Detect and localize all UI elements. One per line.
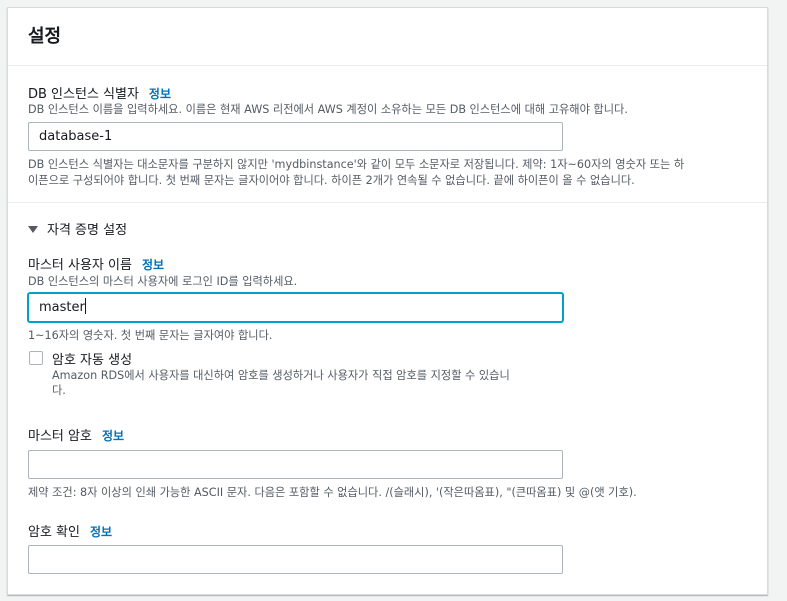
panel-title: 설정 bbox=[28, 26, 62, 47]
master-password-label-row: 마스터 암호 정보 bbox=[28, 425, 124, 444]
master-username-input[interactable]: master bbox=[28, 293, 563, 322]
master-username-label-row: 마스터 사용자 이름 정보 bbox=[28, 254, 164, 273]
db-identifier-label: DB 인스턴스 식별자 bbox=[28, 87, 139, 102]
db-identifier-input[interactable]: database-1 bbox=[28, 122, 563, 151]
auto-password-description-2: 다. bbox=[52, 384, 66, 397]
credentials-section-title: 자격 증명 설정 bbox=[47, 223, 128, 238]
master-password-constraint: 제약 조건: 8자 이상의 인쇄 가능한 ASCII 문자. 다음은 포함할 수… bbox=[28, 486, 637, 499]
auto-password-description-1: Amazon RDS에서 사용자를 대신하여 암호를 생성하거나 사용자가 직접… bbox=[52, 369, 510, 382]
master-username-constraint: 1~16자의 영숫자. 첫 번째 문자는 글자여야 합니다. bbox=[28, 329, 273, 342]
auto-password-label[interactable]: 암호 자동 생성 bbox=[52, 349, 132, 368]
db-identifier-constraint-1: DB 인스턴스 식별자는 대소문자를 구분하지 않지만 'mydbinstanc… bbox=[28, 158, 685, 171]
confirm-password-info-link[interactable]: 정보 bbox=[90, 525, 112, 539]
text-cursor bbox=[84, 298, 86, 314]
db-identifier-label-row: DB 인스턴스 식별자 정보 bbox=[28, 83, 171, 102]
credentials-section-toggle[interactable]: 자격 증명 설정 bbox=[28, 219, 127, 238]
master-username-info-link[interactable]: 정보 bbox=[142, 258, 164, 272]
db-identifier-info-link[interactable]: 정보 bbox=[149, 87, 171, 101]
confirm-password-label-row: 암호 확인 정보 bbox=[28, 521, 112, 540]
auto-password-checkbox[interactable] bbox=[29, 351, 43, 365]
caret-down-icon bbox=[28, 226, 38, 233]
db-identifier-description: DB 인스턴스 이름을 입력하세요. 이름은 현재 AWS 리전에서 AWS 계… bbox=[28, 103, 628, 116]
master-password-input[interactable] bbox=[28, 450, 563, 479]
master-username-value: master bbox=[39, 300, 85, 315]
master-username-label: 마스터 사용자 이름 bbox=[28, 258, 132, 273]
master-password-label: 마스터 암호 bbox=[28, 429, 92, 444]
settings-panel: 설정 DB 인스턴스 식별자 정보 DB 인스턴스 이름을 입력하세요. 이름은 … bbox=[7, 7, 768, 595]
confirm-password-input[interactable] bbox=[28, 545, 563, 574]
panel-header: 설정 bbox=[8, 8, 767, 66]
master-username-description: DB 인스턴스의 마스터 사용자에 로그인 ID를 입력하세요. bbox=[28, 275, 298, 288]
section-divider bbox=[8, 202, 767, 203]
confirm-password-label: 암호 확인 bbox=[28, 525, 80, 540]
db-identifier-constraint-2: 이픈으로 구성되어야 합니다. 첫 번째 문자는 글자이어야 합니다. 하이픈 … bbox=[28, 174, 635, 187]
master-password-info-link[interactable]: 정보 bbox=[102, 429, 124, 443]
